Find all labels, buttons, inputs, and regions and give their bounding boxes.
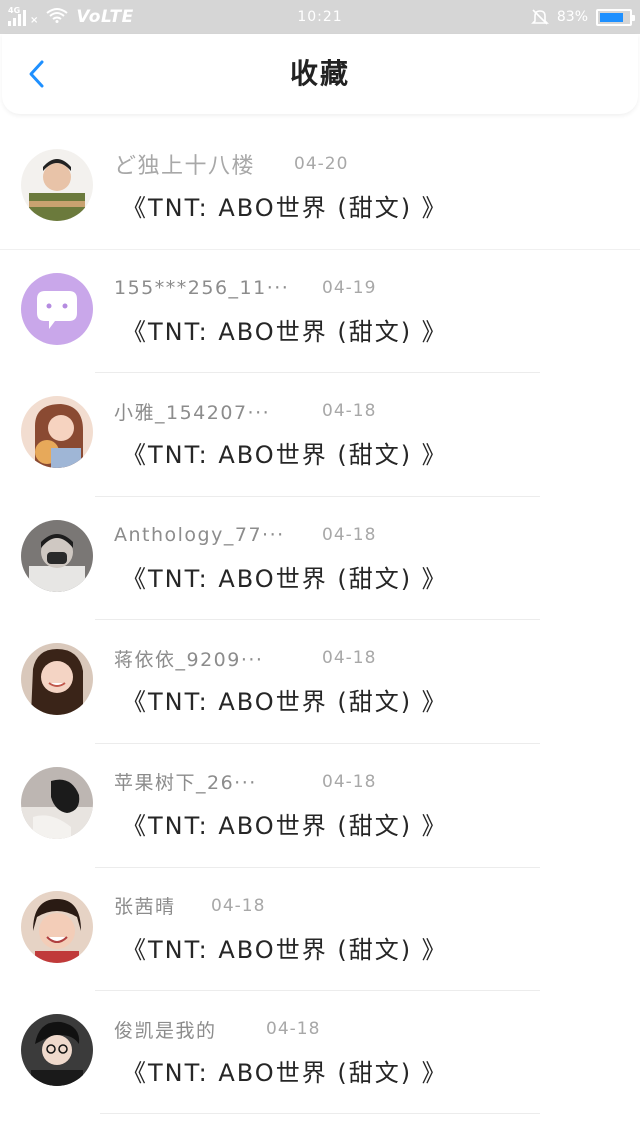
avatar — [21, 519, 93, 592]
username: 俊凯是我的 — [114, 1019, 217, 1042]
avatar — [21, 272, 93, 345]
username: 苹果树下_26··· — [114, 772, 257, 795]
page-title: 收藏 — [289, 57, 350, 90]
favorite-date: 04-18 — [322, 401, 377, 422]
avatar — [21, 149, 93, 221]
status-bar-right: 83% — [530, 0, 635, 34]
username-row: 小雅_154207··· — [114, 396, 270, 426]
battery-level-fill — [600, 12, 624, 22]
username-row: 苹果树下_26··· — [114, 767, 257, 797]
list-item[interactable]: 小雅_154207··· 04-18 《TNT: ABO世界 (甜文) 》 — [0, 373, 640, 497]
avatar — [21, 766, 93, 839]
status-bar: 4G × VoLTE 10:21 83% — [0, 0, 640, 34]
book-title[interactable]: 《TNT: ABO世界 (甜文) 》 — [122, 806, 448, 846]
list-item[interactable]: 苹果树下_26··· 04-18 《TNT: ABO世界 (甜文) 》 — [0, 744, 640, 868]
favorite-date: 04-18 — [266, 1019, 321, 1040]
username: ど独上十八楼 — [114, 154, 256, 179]
list-item[interactable]: 蒋依依_9209··· 04-18 《TNT: ABO世界 (甜文) 》 — [0, 620, 640, 744]
list-item[interactable]: 张茜晴 04-18 《TNT: ABO世界 (甜文) 》 — [0, 868, 640, 992]
avatar — [21, 396, 93, 469]
list-item[interactable]: 155***256_11··· 04-19 《TNT: ABO世界 (甜文) 》 — [0, 250, 640, 374]
username-row: 张茜晴 — [114, 891, 176, 921]
book-title[interactable]: 《TNT: ABO世界 (甜文) 》 — [122, 312, 448, 352]
favorite-date: 04-19 — [322, 277, 377, 298]
favorite-date: 04-18 — [322, 648, 377, 669]
username: 蒋依依_9209··· — [114, 648, 264, 671]
list-item[interactable]: 俊凯是我的 04-18 《TNT: ABO世界 (甜文) 》 — [0, 991, 640, 1115]
bell-muted-icon — [530, 8, 549, 26]
book-title[interactable]: 《TNT: ABO世界 (甜文) 》 — [122, 188, 448, 228]
username-row: 蒋依依_9209··· — [114, 643, 263, 673]
username-row: 俊凯是我的 — [114, 1014, 217, 1044]
navigation-bar: 收藏 — [2, 34, 638, 114]
favorites-list: ど独上十八楼 04-20 《TNT: ABO世界 (甜文) 》 155***25… — [0, 126, 640, 1115]
avatar — [21, 890, 93, 963]
username-row: Anthology_77··· — [114, 520, 285, 550]
username: 张茜晴 — [114, 896, 176, 919]
book-title[interactable]: 《TNT: ABO世界 (甜文) 》 — [122, 559, 448, 599]
battery-icon — [596, 8, 635, 26]
username: Anthology_77··· — [114, 523, 285, 546]
book-title[interactable]: 《TNT: ABO世界 (甜文) 》 — [122, 682, 448, 722]
avatar — [21, 643, 93, 716]
favorite-date: 04-18 — [322, 524, 377, 545]
favorite-date: 04-18 — [322, 771, 377, 792]
book-title[interactable]: 《TNT: ABO世界 (甜文) 》 — [122, 1053, 448, 1093]
favorite-date: 04-18 — [211, 895, 266, 916]
book-title[interactable]: 《TNT: ABO世界 (甜文) 》 — [122, 435, 448, 475]
list-item[interactable]: Anthology_77··· 04-18 《TNT: ABO世界 (甜文) 》 — [0, 497, 640, 621]
username-row: ど独上十八楼 — [114, 149, 255, 179]
book-title[interactable]: 《TNT: ABO世界 (甜文) 》 — [122, 930, 448, 970]
username: 155***256_11··· — [114, 276, 290, 299]
list-item[interactable]: ど独上十八楼 04-20 《TNT: ABO世界 (甜文) 》 — [0, 126, 640, 250]
divider — [100, 1113, 540, 1114]
username-row: 155***256_11··· — [114, 273, 289, 303]
battery-percent: 83% — [556, 9, 588, 25]
avatar — [21, 1014, 93, 1087]
username: 小雅_154207··· — [114, 401, 271, 424]
favorite-date: 04-20 — [294, 154, 349, 174]
